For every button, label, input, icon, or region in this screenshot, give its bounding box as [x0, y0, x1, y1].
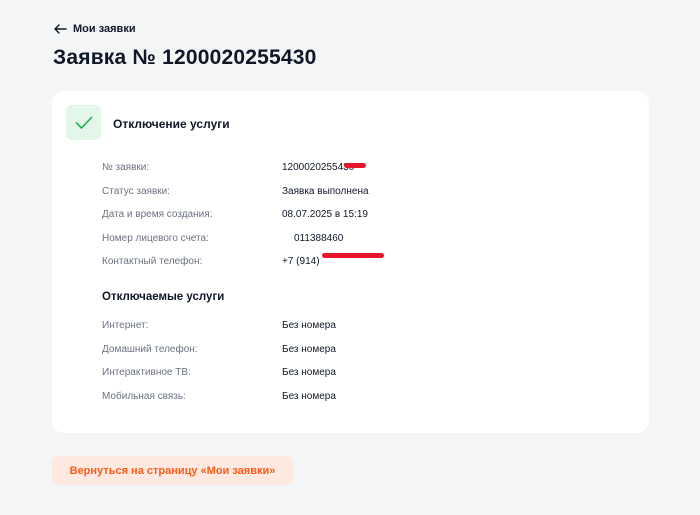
detail-value: 08.07.2025 в 15:19 [282, 209, 368, 221]
detail-row-status: Статус заявки: Заявка выполнена [102, 180, 622, 204]
detail-value: 011388460 [294, 232, 344, 244]
page-title: Заявка № 1200020255430 [53, 46, 317, 69]
detail-label: Статус заявки: [102, 185, 171, 197]
service-label: Мобильная связь: [102, 390, 186, 402]
service-row-home-phone: Домашний телефон: Без номера [102, 338, 622, 362]
detail-label: Дата и время создания: [102, 209, 213, 221]
detail-row-phone: Контактный телефон: +7 (914) [102, 250, 622, 274]
service-label: Домашний телефон: [102, 343, 198, 355]
detail-row-created: Дата и время создания: 08.07.2025 в 15:1… [102, 203, 622, 227]
card-title: Отключение услуги [113, 117, 230, 131]
service-row-internet: Интернет: Без номера [102, 314, 622, 338]
service-row-tv: Интерактивное ТВ: Без номера [102, 361, 622, 385]
service-row-mobile: Мобильная связь: Без номера [102, 385, 622, 409]
return-to-requests-button[interactable]: Вернуться на страницу «Мои заявки» [52, 456, 293, 485]
request-details: № заявки: 1200020255430 Статус заявки: З… [102, 156, 622, 274]
service-value: Без номера [282, 343, 336, 355]
detail-value: +7 (914) [282, 256, 320, 268]
detail-label: Контактный телефон: [102, 256, 203, 268]
service-value: Без номера [282, 390, 336, 402]
back-link[interactable]: Мои заявки [53, 22, 136, 36]
detail-label: № заявки: [102, 162, 150, 174]
services-title: Отключаемые услуги [102, 291, 225, 303]
request-card: Отключение услуги № заявки: 120002025543… [52, 91, 649, 433]
detail-value: Заявка выполнена [282, 185, 369, 197]
service-value: Без номера [282, 320, 336, 332]
service-value: Без номера [282, 367, 336, 379]
success-check-icon [66, 105, 101, 140]
back-link-label: Мои заявки [73, 23, 136, 35]
detail-label: Номер лицевого счета: [102, 232, 209, 244]
detail-row-account: Номер лицевого счета: 011388460 [102, 163, 622, 251]
services-list: Интернет: Без номера Домашний телефон: Б… [102, 314, 622, 408]
redaction-mark [322, 253, 384, 258]
service-label: Интернет: [102, 320, 149, 332]
service-label: Интерактивное ТВ: [102, 367, 191, 379]
redaction-mark [344, 163, 366, 168]
arrow-left-icon [53, 22, 67, 36]
